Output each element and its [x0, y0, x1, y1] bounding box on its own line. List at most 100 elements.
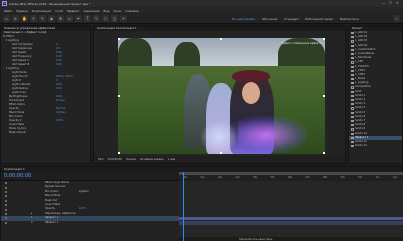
layer-row[interactable]: 2 Эффект 1 — [1, 221, 179, 225]
visibility-eye-icon[interactable] — [5, 217, 7, 220]
effect-property-row[interactable]: Mask Output — [1, 131, 90, 135]
rotate-tool-icon[interactable]: ↻ — [39, 14, 46, 22]
stamp-tool-icon[interactable]: ⎔ — [102, 14, 109, 22]
transform-handle[interactable] — [220, 38, 223, 41]
visibility-eye-icon[interactable] — [5, 221, 7, 224]
transform-handle[interactable] — [118, 151, 121, 154]
project-item-label: Solids 1 — [355, 93, 366, 97]
quality-select[interactable]: Полное — [126, 158, 136, 161]
visibility-eye-icon[interactable] — [5, 186, 7, 189]
selection-tool-icon[interactable]: ➤ — [12, 14, 19, 22]
composition-icon — [351, 78, 354, 81]
search-icon[interactable]: ⌕ — [393, 15, 400, 22]
effect-properties-list: fx Effect ▾ Lighting Vert Complexity 0 Vert … — [1, 35, 90, 135]
close-button[interactable]: ✕ — [396, 1, 399, 5]
effect-property-label: Vert Speed II — [12, 59, 29, 62]
pan-tool-icon[interactable]: ✥ — [57, 14, 64, 22]
composition-icon — [351, 44, 354, 47]
composition-icon — [351, 132, 354, 135]
face — [242, 82, 260, 104]
home-icon[interactable]: ⌂ — [3, 14, 10, 22]
window-title: Adobe After Effects 2022 - Безымянный пр… — [9, 1, 91, 6]
composition-icon — [351, 86, 354, 89]
composition-icon — [351, 57, 354, 60]
composition-tab[interactable]: Композиция Композиция 1 — [94, 26, 345, 31]
visibility-eye-icon[interactable] — [5, 208, 7, 211]
hand-tool-icon[interactable]: ✋ — [21, 14, 28, 22]
brush-tool-icon[interactable]: ✎ — [93, 14, 100, 22]
playhead[interactable] — [183, 172, 184, 241]
layer-number[interactable]: 2 — [31, 221, 33, 225]
camera-select[interactable]: Активная камера — [140, 158, 164, 161]
eraser-tool-icon[interactable]: ◫ — [111, 14, 118, 22]
layer-name: Эффект 1 — [45, 220, 59, 224]
rectangle-tool-icon[interactable]: ▭ — [66, 14, 73, 22]
maximize-button[interactable]: ☐ — [389, 1, 392, 5]
visibility-eye-icon[interactable] — [5, 190, 7, 193]
zoom-tool-icon[interactable]: ⚲ — [30, 14, 37, 22]
effect-property-label: Effect Alpha — [9, 103, 25, 106]
transform-handle[interactable] — [322, 151, 325, 154]
workspace-learn[interactable]: Обучение — [262, 17, 277, 21]
project-item-label: 1_TVGlitch — [355, 64, 369, 68]
timecode-readout[interactable]: 0;00;00;00 — [108, 158, 122, 161]
project-item[interactable]: Solids 12 — [349, 144, 402, 148]
ruler-tick-label: 08s — [323, 176, 328, 179]
time-ruler[interactable]: 00s 01s 02s 03s 04s 05s 06s 07s 08s 09s 10s 11s 12s — [179, 172, 403, 181]
project-item-label: Solids 2 — [355, 98, 366, 101]
view-layout-select[interactable]: 1 вид — [168, 158, 175, 161]
text-tool-icon[interactable]: T — [84, 14, 91, 22]
layer-duration-bar[interactable] — [179, 216, 403, 221]
workspace-standard[interactable]: Стандарт — [284, 17, 299, 21]
composition-icon — [351, 90, 354, 93]
transform-handle[interactable] — [118, 95, 121, 98]
camera-tool-icon[interactable]: ◉ — [48, 14, 55, 22]
layer-duration-bar[interactable] — [179, 221, 403, 225]
effect-property-label: Vert Subgroups — [12, 47, 32, 50]
work-area-bar[interactable] — [179, 172, 403, 175]
ruler-tick-label: 05s — [270, 176, 275, 179]
visibility-eye-icon[interactable] — [5, 199, 7, 202]
composition-viewer[interactable]: Эффект отображения эффекта — [118, 38, 325, 154]
timeline-footer: Переключить выкл./реж. — [179, 237, 403, 241]
workspace-default[interactable]: По умолчанию — [232, 17, 255, 21]
effect-property-label: Light Radius — [12, 87, 28, 90]
timeline-graph[interactable]: Переключить выкл./реж. — [179, 181, 403, 241]
ruler-tick-label: 11s — [375, 176, 380, 179]
ruler-tick-label: 10s — [358, 176, 363, 179]
project-item-label: Solids 9 — [355, 127, 366, 131]
visibility-eye-icon[interactable] — [5, 204, 7, 207]
zoom-select[interactable]: 50% — [98, 158, 104, 161]
effect-property-label: Light Pos XY — [12, 75, 28, 78]
minimize-button[interactable]: — — [382, 1, 385, 5]
project-item-label: 1_BlurSmear — [355, 56, 372, 60]
project-item-label: Composition — [355, 85, 372, 89]
project-item-label: Solids 11 — [355, 139, 367, 143]
composition-icon — [351, 69, 354, 72]
transform-handle[interactable] — [322, 95, 325, 98]
ruler-tick-label: 03s — [235, 176, 240, 179]
pen-tool-icon[interactable]: ✒ — [75, 14, 82, 22]
composition-icon — [351, 32, 354, 35]
effect-property-label: Mask Output — [9, 131, 26, 134]
effect-property-label: fx Effect — [3, 35, 14, 38]
effect-property-label: Vert Speed — [12, 51, 27, 54]
visibility-eye-icon[interactable] — [5, 182, 7, 185]
puppet-tool-icon[interactable]: ✶ — [120, 14, 127, 22]
transform-handle[interactable] — [220, 151, 223, 154]
transform-handle[interactable] — [322, 38, 325, 41]
workspace-libraries[interactable]: Библиотеки — [340, 17, 359, 21]
workspace-small-screen[interactable]: Небольшой экран — [305, 17, 333, 21]
composition-icon — [351, 119, 354, 123]
visibility-eye-icon[interactable] — [5, 212, 7, 215]
light-glow-purple — [238, 116, 308, 154]
effect-property-label: ▾ Lighting — [6, 39, 19, 42]
effect-property-label: Light Intensity — [12, 83, 31, 86]
visibility-eye-icon[interactable] — [5, 195, 7, 198]
timeline-timecode[interactable]: 0;00;00;00 — [4, 173, 31, 179]
hat — [232, 70, 270, 82]
effect-property-label: Blend Mode — [9, 111, 25, 114]
composition-icon — [351, 65, 354, 68]
project-item-label: 1_Lighting — [355, 81, 369, 85]
transform-handle[interactable] — [118, 38, 121, 41]
